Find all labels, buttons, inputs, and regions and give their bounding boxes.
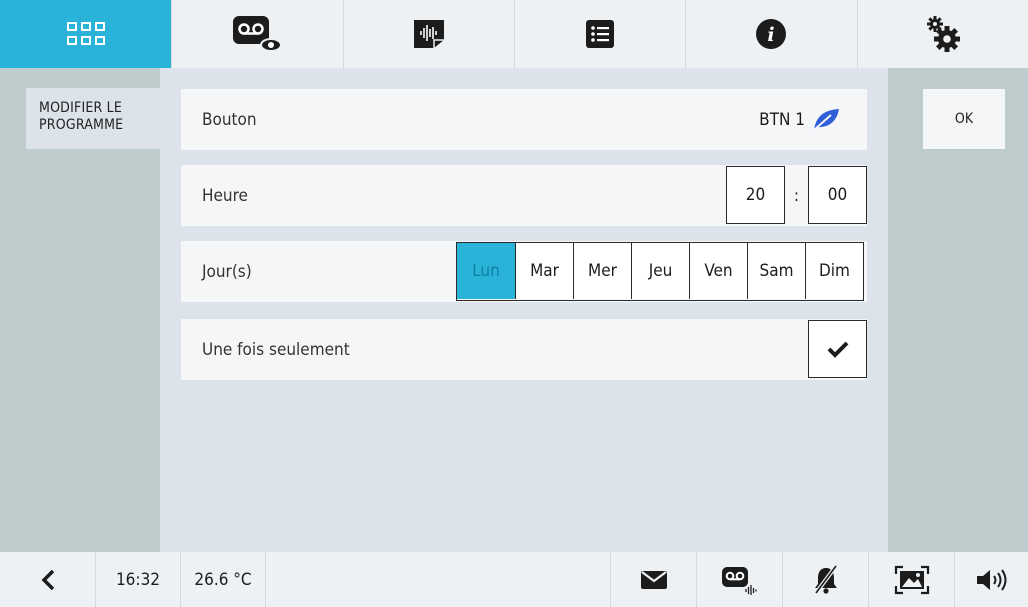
time-separator: : bbox=[793, 185, 800, 206]
day-selector: Lun Mar Mer Jeu Ven Sam Dim bbox=[456, 242, 864, 301]
bottom-status-bar: 16:32 26.6 °C bbox=[0, 552, 1028, 607]
apps-grid-icon bbox=[66, 22, 105, 45]
tab-settings[interactable] bbox=[856, 0, 1028, 68]
button-label: Bouton bbox=[202, 109, 257, 130]
button-value: BTN 1 bbox=[759, 109, 805, 130]
video-message-view-icon bbox=[233, 16, 283, 52]
audio-message-icon bbox=[413, 20, 444, 48]
day-button-ven[interactable]: Ven bbox=[689, 243, 747, 299]
button-row[interactable]: Bouton BTN 1 bbox=[181, 89, 867, 150]
ringer-mute-button[interactable] bbox=[782, 552, 868, 607]
minute-field[interactable]: 00 bbox=[808, 166, 867, 224]
settings-gears-icon bbox=[926, 16, 960, 52]
tab-audio-messages[interactable] bbox=[342, 0, 514, 68]
hour-label: Heure bbox=[202, 185, 248, 206]
time-row: Heure 20 : 00 bbox=[181, 165, 867, 226]
video-message-audio-icon bbox=[721, 566, 757, 595]
clock-time: 16:32 bbox=[115, 569, 161, 590]
checkmark-icon bbox=[827, 341, 848, 358]
day-button-jeu[interactable]: Jeu bbox=[631, 243, 689, 299]
top-navigation-bar: i bbox=[0, 0, 1028, 68]
back-button[interactable] bbox=[0, 552, 95, 607]
tab-video-messages[interactable] bbox=[171, 0, 342, 68]
day-button-mar[interactable]: Mar bbox=[515, 243, 573, 299]
ok-button[interactable]: OK bbox=[923, 89, 1005, 149]
days-label: Jour(s) bbox=[202, 261, 252, 282]
once-row: Une fois seulement bbox=[181, 319, 867, 380]
messages-button[interactable] bbox=[610, 552, 696, 607]
speaker-icon bbox=[976, 568, 1006, 591]
temperature-value: 26.6 °C bbox=[194, 569, 252, 590]
envelope-icon bbox=[640, 570, 667, 589]
hour-field[interactable]: 20 bbox=[726, 166, 785, 224]
day-button-sam[interactable]: Sam bbox=[747, 243, 805, 299]
day-button-lun[interactable]: Lun bbox=[457, 243, 515, 299]
tab-info[interactable]: i bbox=[685, 0, 856, 68]
gallery-button[interactable] bbox=[868, 552, 954, 607]
status-spacer bbox=[265, 552, 610, 607]
once-checkbox[interactable] bbox=[808, 320, 867, 378]
day-button-dim[interactable]: Dim bbox=[805, 243, 863, 299]
temperature-cell: 26.6 °C bbox=[180, 552, 265, 607]
video-audio-messages-button[interactable] bbox=[696, 552, 782, 607]
leaf-icon bbox=[813, 109, 839, 131]
days-row: Jour(s) Lun Mar Mer Jeu Ven Sam Dim bbox=[181, 241, 867, 302]
info-icon: i bbox=[756, 19, 787, 49]
clock-cell: 16:32 bbox=[95, 552, 180, 607]
image-frame-icon bbox=[894, 565, 929, 594]
day-button-mer[interactable]: Mer bbox=[573, 243, 631, 299]
bell-muted-icon bbox=[813, 564, 838, 594]
svg-text:i: i bbox=[768, 24, 775, 46]
page-title: MODIFIER LE PROGRAMME bbox=[26, 88, 160, 149]
once-label: Une fois seulement bbox=[202, 339, 350, 360]
list-icon bbox=[586, 20, 615, 48]
tab-list[interactable] bbox=[513, 0, 685, 68]
volume-button[interactable] bbox=[954, 552, 1028, 607]
chevron-left-icon bbox=[41, 569, 54, 590]
tab-apps[interactable] bbox=[0, 0, 172, 68]
